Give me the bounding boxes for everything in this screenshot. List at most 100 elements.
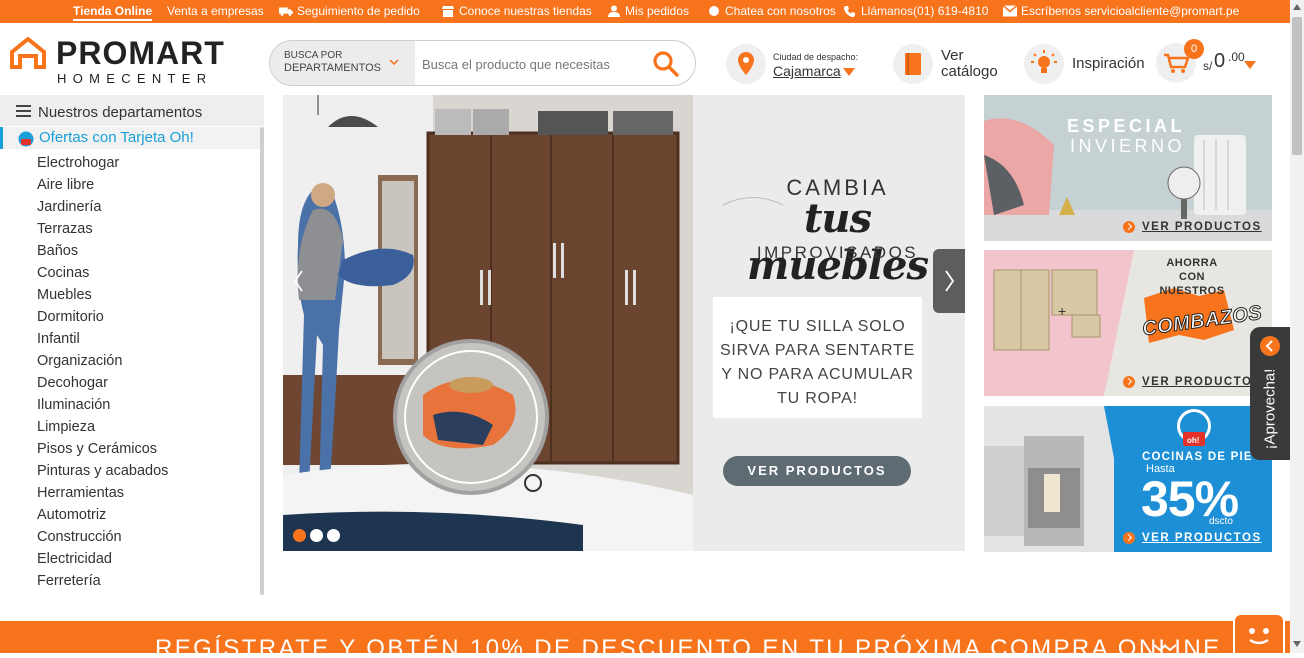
double-chevron-icon xyxy=(1153,644,1177,652)
carousel-dot[interactable] xyxy=(327,529,340,542)
kitchens-suffix: dscto xyxy=(1209,516,1233,527)
sidebar-item-department[interactable]: Jardinería xyxy=(37,196,168,218)
book-icon xyxy=(905,53,921,75)
chat-bot-button[interactable] xyxy=(1235,615,1283,653)
kitchens-link[interactable]: VER PRODUCTOS xyxy=(1123,532,1262,544)
topbar-phone[interactable]: Llámanos(01) 619-4810 xyxy=(843,4,988,18)
kitchens-title: COCINAS DE PIE xyxy=(1142,451,1253,463)
sidebar-item-ofertas-oh[interactable]: Ofertas con Tarjeta Oh! xyxy=(0,127,262,149)
winter-title-1: ESPECIAL xyxy=(1067,116,1186,136)
brand-name: PROMART xyxy=(56,35,225,71)
banner-combazos[interactable]: + AHORRA CON NUESTROS COMBAZOS VER PRODU… xyxy=(984,250,1272,396)
sidebar-item-department[interactable]: Limpieza xyxy=(37,416,168,438)
topbar-seguimiento[interactable]: Seguimiento de pedido xyxy=(279,4,420,18)
scrollbar-thumb[interactable] xyxy=(1292,17,1302,155)
catalog-link[interactable]: Ver catálogo xyxy=(893,43,1013,85)
topbar-label: Mis pedidos xyxy=(625,4,690,18)
banner-cocinas-de-pie[interactable]: oh! COCINAS DE PIE Hasta 35% dscto VER P… xyxy=(984,406,1272,552)
topbar-chat[interactable]: Chatea con nosotros xyxy=(707,4,836,18)
topbar-label: Escríbenos servicioalcliente@promart.pe xyxy=(1021,4,1240,18)
delivery-city-selector[interactable]: Ciudad de despacho: Cajamarca xyxy=(726,43,886,85)
cart-count-badge: 0 xyxy=(1184,39,1204,59)
inspiration-link[interactable]: Inspiración xyxy=(1024,43,1154,85)
topbar-venta-empresas[interactable]: Venta a empresas xyxy=(167,4,264,18)
sidebar-item-department[interactable]: Ferretería xyxy=(37,570,168,592)
sidebar-item-department[interactable]: Automotriz xyxy=(37,504,168,526)
phone-icon xyxy=(844,6,855,17)
department-list: Electrohogar Aire libre Jardinería Terrazas… xyxy=(37,152,168,592)
caret-down-icon xyxy=(1244,61,1256,69)
mail-icon xyxy=(1003,5,1017,17)
carousel-next-button[interactable] xyxy=(933,249,965,313)
sidebar-item-department[interactable]: Baños xyxy=(37,240,168,262)
search-input[interactable] xyxy=(422,53,642,75)
scroll-down-icon[interactable] xyxy=(1293,641,1301,647)
sidebar-item-department[interactable]: Herramientas xyxy=(37,482,168,504)
sidebar-item-department[interactable]: Infantil xyxy=(37,328,168,350)
scroll-up-icon[interactable] xyxy=(1293,4,1301,10)
sidebar-item-department[interactable]: Cocinas xyxy=(37,262,168,284)
cart-button[interactable]: 0 s/ 0 .00 xyxy=(1156,39,1256,85)
sidebar-item-department[interactable]: Pinturas y acabados xyxy=(37,460,168,482)
location-pin-icon xyxy=(738,52,754,75)
sidebar-item-department[interactable]: Construcción xyxy=(37,526,168,548)
topbar-tiendas[interactable]: Conoce nuestras tiendas xyxy=(441,4,592,18)
combos-title-1: AHORRA CON NUESTROS xyxy=(1159,257,1225,297)
house-logo-icon xyxy=(10,37,46,69)
topbar-email[interactable]: Escríbenos servicioalcliente@promart.pe xyxy=(1003,4,1239,18)
hero-message-text: ¡QUE TU SILLA SOLO SIRVA PARA SENTARTE Y… xyxy=(719,318,916,407)
department-dropdown[interactable]: BUSCA POR DEPARTAMENTOS xyxy=(270,41,415,85)
sidebar-item-department[interactable]: Decohogar xyxy=(37,372,168,394)
store-icon xyxy=(442,6,454,17)
departments-header[interactable]: Nuestros departamentos xyxy=(0,95,264,126)
sidebar-item-department[interactable]: Organización xyxy=(37,350,168,372)
truck-icon xyxy=(279,7,293,16)
hamburger-menu-icon xyxy=(16,105,31,117)
catalog-label: Ver catálogo xyxy=(941,47,998,80)
aprovecha-label: ¡Aprovecha! xyxy=(1261,368,1279,450)
sidebar-item-department[interactable]: Dormitorio xyxy=(37,306,168,328)
page-scrollbar[interactable] xyxy=(1290,0,1304,653)
link-label: VER PRODUCTOS xyxy=(1142,376,1262,388)
sidebar-item-department[interactable]: Muebles xyxy=(37,284,168,306)
hero-message-box: ¡QUE TU SILLA SOLO SIRVA PARA SENTARTE Y… xyxy=(713,297,922,418)
banner-especial-invierno[interactable]: ESPECIAL INVIERNO VER PRODUCTOS xyxy=(984,95,1272,241)
lightbulb-icon xyxy=(1031,50,1057,73)
hero-cta-button[interactable]: VER PRODUCTOS xyxy=(723,456,911,486)
promart-logo[interactable]: PROMART HOMECENTER xyxy=(10,35,242,89)
winter-link[interactable]: VER PRODUCTOS xyxy=(1123,221,1262,233)
city-value: Cajamarca xyxy=(773,63,841,79)
inspiration-label: Inspiración xyxy=(1072,55,1145,72)
sidebar-scrollbar[interactable] xyxy=(260,127,264,595)
sidebar-item-department[interactable]: Pisos y Cerámicos xyxy=(37,438,168,460)
register-promo-bar[interactable]: REGÍSTRATE Y OBTÉN 10% DE DESCUENTO EN T… xyxy=(0,621,1290,653)
topbar-tienda-online[interactable]: Tienda Online xyxy=(73,4,153,21)
city-label: Ciudad de despacho: xyxy=(773,52,859,62)
chevron-down-icon xyxy=(389,59,399,65)
dept-line2: DEPARTAMENTOS xyxy=(284,62,381,74)
sidebar-item-department[interactable]: Electricidad xyxy=(37,548,168,570)
sidebar-item-department[interactable]: Electrohogar xyxy=(37,152,168,174)
carousel-dot[interactable] xyxy=(293,529,306,542)
hero-headline-3: IMPROVISADOS xyxy=(756,243,919,262)
aprovecha-tab[interactable]: ¡Aprovecha! xyxy=(1250,327,1290,460)
inspiration-icon-bg xyxy=(1024,44,1064,84)
arrow-left-icon xyxy=(1260,336,1280,356)
cart-cents: .00 xyxy=(1228,50,1245,64)
carousel-prev-button[interactable] xyxy=(283,249,315,313)
link-label: VER PRODUCTOS xyxy=(1142,221,1262,233)
topbar-label: Seguimiento de pedido xyxy=(297,4,420,18)
top-utility-bar: Tienda Online Venta a empresas Seguimien… xyxy=(0,0,1290,23)
sidebar-item-department[interactable]: Terrazas xyxy=(37,218,168,240)
topbar-label: Chatea con nosotros xyxy=(725,4,836,18)
departments-title: Nuestros departamentos xyxy=(38,104,203,121)
location-icon-bg xyxy=(726,44,766,84)
search-icon[interactable] xyxy=(652,50,680,78)
combos-link[interactable]: VER PRODUCTOS xyxy=(1123,376,1262,388)
sidebar-item-department[interactable]: Iluminación xyxy=(37,394,168,416)
sidebar-item-department[interactable]: Aire libre xyxy=(37,174,168,196)
link-label: VER PRODUCTOS xyxy=(1142,532,1262,544)
topbar-mis-pedidos[interactable]: Mis pedidos xyxy=(607,4,689,18)
search-bar: BUSCA POR DEPARTAMENTOS xyxy=(269,40,696,86)
carousel-dot[interactable] xyxy=(310,529,323,542)
